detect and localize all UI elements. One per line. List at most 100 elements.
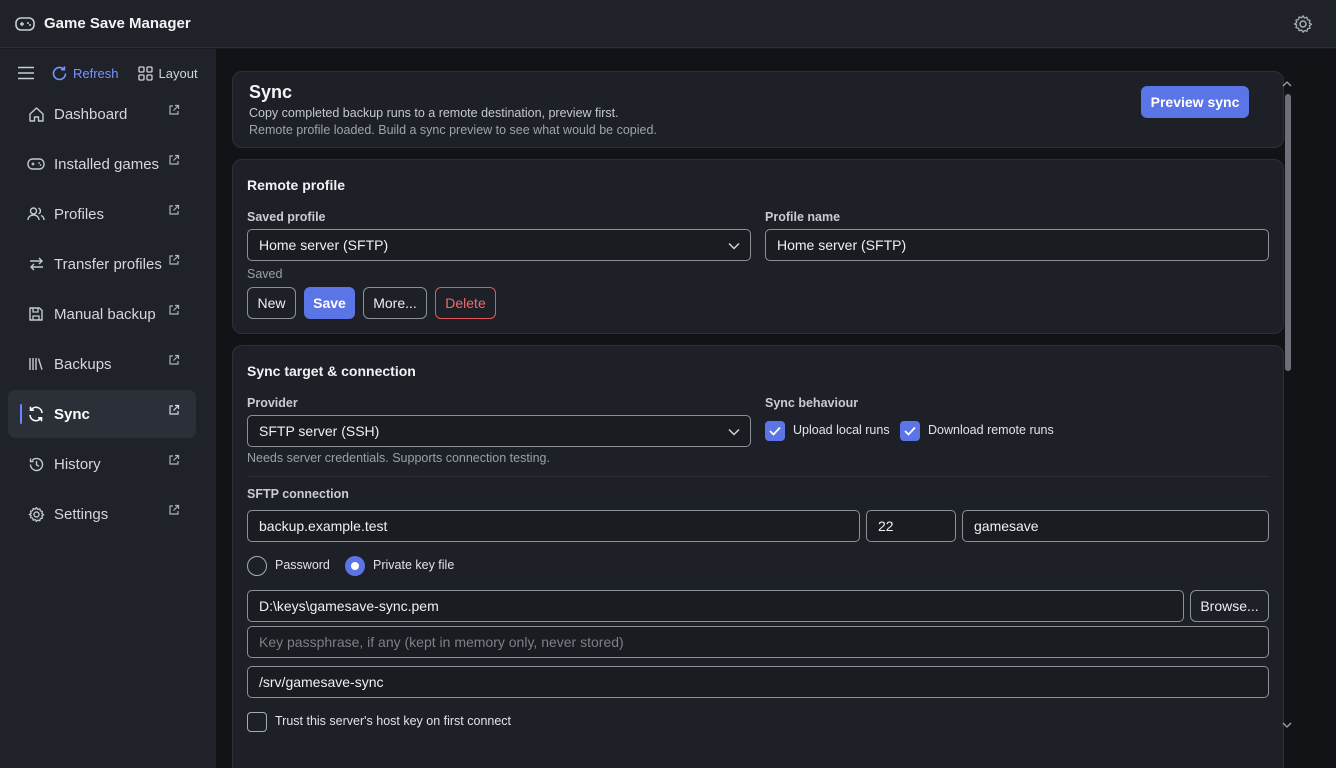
external-link-icon[interactable] <box>168 303 180 315</box>
sync-target-card: Sync target & connection Provider SFTP s… <box>232 345 1284 768</box>
download-remote-runs-label: Download remote runs <box>928 423 1054 437</box>
new-button[interactable]: New <box>247 287 296 319</box>
sidebar-item-label: Settings <box>54 505 109 523</box>
gear-icon <box>27 505 45 523</box>
transfer-icon <box>27 255 45 273</box>
provider-note: Needs server credentials. Supports conne… <box>247 451 550 465</box>
trust-host-key-checkbox[interactable] <box>247 712 267 732</box>
sidebar-item-dashboard[interactable]: Dashboard <box>8 90 196 138</box>
sidebar: Refresh Layout Dashboard Installed games… <box>0 49 216 768</box>
profile-name-value: Home server (SFTP) <box>777 237 907 253</box>
save-disk-icon <box>27 305 45 323</box>
auth-password-radio[interactable] <box>247 556 267 576</box>
auth-private-key-label: Private key file <box>373 558 455 572</box>
hamburger-menu-icon[interactable] <box>17 64 35 82</box>
sidebar-item-label: History <box>54 455 101 473</box>
library-icon <box>27 355 45 373</box>
sync-icon <box>27 405 45 423</box>
layout-button[interactable]: Layout <box>137 65 198 81</box>
key-passphrase-input[interactable]: Key passphrase, if any (kept in memory o… <box>247 626 1269 658</box>
sidebar-item-label: Transfer profiles <box>54 255 162 273</box>
gamepad-icon <box>27 155 45 173</box>
host-value: backup.example.test <box>259 518 388 534</box>
sidebar-item-label: Backups <box>54 355 112 373</box>
sidebar-toolbar: Refresh Layout <box>17 63 198 83</box>
port-value: 22 <box>878 518 894 534</box>
profile-name-input[interactable]: Home server (SFTP) <box>765 229 1269 261</box>
saved-profile-value: Home server (SFTP) <box>259 237 389 253</box>
key-file-path-input[interactable]: D:\keys\gamesave-sync.pem <box>247 590 1184 622</box>
chevron-down-icon <box>728 428 740 436</box>
external-link-icon[interactable] <box>168 403 180 415</box>
preview-sync-button[interactable]: Preview sync <box>1141 86 1249 118</box>
scroll-down-arrow-icon[interactable] <box>1282 721 1292 729</box>
provider-value: SFTP server (SSH) <box>259 423 380 439</box>
upload-local-runs-checkbox[interactable] <box>765 421 785 441</box>
sidebar-item-label: Dashboard <box>54 105 128 123</box>
saved-state-text: Saved <box>247 267 283 281</box>
divider <box>247 476 1269 477</box>
auth-private-key-radio[interactable] <box>345 556 365 576</box>
sidebar-item-transfer-profiles[interactable]: Transfer profiles <box>8 240 196 288</box>
external-link-icon[interactable] <box>168 353 180 365</box>
sidebar-item-label: Profiles <box>54 205 105 223</box>
sidebar-item-backups[interactable]: Backups <box>8 340 196 388</box>
external-link-icon[interactable] <box>168 103 180 115</box>
provider-label: Provider <box>247 396 298 410</box>
refresh-button[interactable]: Refresh <box>51 65 119 82</box>
page-subtitle: Copy completed backup runs to a remote d… <box>249 106 619 120</box>
users-icon <box>27 205 45 223</box>
chevron-down-icon <box>728 242 740 250</box>
delete-button[interactable]: Delete <box>435 287 496 319</box>
home-icon <box>27 105 45 123</box>
save-button[interactable]: Save <box>304 287 355 319</box>
status-text: Remote profile loaded. Build a sync prev… <box>249 123 657 137</box>
section-title: Remote profile <box>247 177 346 193</box>
sidebar-item-installed-games[interactable]: Installed games <box>8 140 196 188</box>
provider-select[interactable]: SFTP server (SSH) <box>247 415 751 447</box>
external-link-icon[interactable] <box>168 203 180 215</box>
scroll-up-arrow-icon[interactable] <box>1282 80 1292 88</box>
username-value: gamesave <box>974 518 1039 534</box>
download-remote-runs-checkbox[interactable] <box>900 421 920 441</box>
sftp-connection-label: SFTP connection <box>247 487 349 501</box>
trust-host-key-label: Trust this server's host key on first co… <box>275 714 512 728</box>
sidebar-item-settings[interactable]: Settings <box>8 490 196 538</box>
more-button[interactable]: More... <box>363 287 427 319</box>
sync-behaviour-label: Sync behaviour <box>765 396 859 410</box>
username-input[interactable]: gamesave <box>962 510 1269 542</box>
remote-profile-card: Remote profile Saved profile Home server… <box>232 159 1284 334</box>
upload-local-runs-label: Upload local runs <box>793 423 890 437</box>
sidebar-item-label: Sync <box>54 405 90 423</box>
saved-profile-label: Saved profile <box>247 210 326 224</box>
port-input[interactable]: 22 <box>866 510 956 542</box>
title-bar: Game Save Manager <box>0 0 1336 48</box>
scrollbar-thumb[interactable] <box>1285 94 1291 371</box>
host-input[interactable]: backup.example.test <box>247 510 860 542</box>
sidebar-item-history[interactable]: History <box>8 440 196 488</box>
section-title: Sync target & connection <box>247 363 416 379</box>
app-title: Game Save Manager <box>44 15 191 32</box>
scroll-area: Sync Copy completed backup runs to a rem… <box>232 71 1296 768</box>
layout-label: Layout <box>158 65 198 81</box>
key-passphrase-placeholder: Key passphrase, if any (kept in memory o… <box>259 634 624 650</box>
external-link-icon[interactable] <box>168 503 180 515</box>
sidebar-item-sync[interactable]: Sync <box>8 390 196 438</box>
external-link-icon[interactable] <box>168 453 180 465</box>
checkmark-icon <box>904 426 916 436</box>
auth-password-label: Password <box>275 558 330 572</box>
gamepad-logo-icon <box>15 14 35 34</box>
history-icon <box>27 455 45 473</box>
sidebar-item-label: Manual backup <box>54 305 156 323</box>
remote-path-input[interactable]: /srv/gamesave-sync <box>247 666 1269 698</box>
sidebar-item-profiles[interactable]: Profiles <box>8 190 196 238</box>
browse-button[interactable]: Browse... <box>1190 590 1269 622</box>
settings-gear-icon[interactable] <box>1293 14 1313 34</box>
sidebar-item-manual-backup[interactable]: Manual backup <box>8 290 196 338</box>
saved-profile-select[interactable]: Home server (SFTP) <box>247 229 751 261</box>
key-file-path-value: D:\keys\gamesave-sync.pem <box>259 598 439 614</box>
main-content: Sync Copy completed backup runs to a rem… <box>216 49 1336 768</box>
external-link-icon[interactable] <box>168 153 180 165</box>
sync-header-card: Sync Copy completed backup runs to a rem… <box>232 71 1284 148</box>
external-link-icon[interactable] <box>168 253 180 265</box>
